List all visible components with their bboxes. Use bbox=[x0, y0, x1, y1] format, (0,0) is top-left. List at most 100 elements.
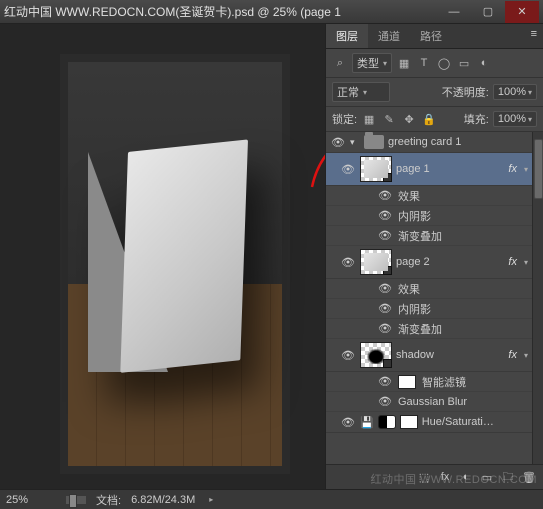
tab-paths[interactable]: 路径 bbox=[410, 24, 452, 48]
layer-name[interactable]: greeting card 1 bbox=[388, 136, 528, 148]
chevron-down-icon[interactable]: ▾ bbox=[524, 351, 528, 360]
minimize-button[interactable]: — bbox=[437, 1, 471, 23]
effects-label: 效果 bbox=[398, 281, 420, 297]
layer-row-shadow[interactable]: 👁 shadow fx ▾ bbox=[326, 339, 532, 372]
layer-list[interactable]: 👁 ▾ greeting card 1 👁 page 1 fx ▾ 👁 效果 👁 内… bbox=[326, 132, 532, 464]
fx-badge[interactable]: fx bbox=[505, 349, 520, 361]
smart-object-badge bbox=[383, 173, 392, 182]
smart-object-badge bbox=[383, 266, 392, 275]
main: 图层 通道 路径 ≡ ⌕ 类型 ▾ ▦ T ◯ ▭ ◐ 正常 bbox=[0, 24, 543, 489]
tab-channels[interactable]: 通道 bbox=[368, 24, 410, 48]
lock-label: 锁定: bbox=[332, 111, 357, 127]
blend-mode-dropdown[interactable]: 正常 ▾ bbox=[332, 82, 390, 102]
effect-gradient-overlay[interactable]: 👁 渐变叠加 bbox=[326, 226, 532, 246]
lock-pixels-icon[interactable]: ✎ bbox=[381, 111, 397, 127]
effect-gradient-overlay[interactable]: 👁 渐变叠加 bbox=[326, 319, 532, 339]
fx-badge[interactable]: fx bbox=[505, 163, 520, 175]
save-icon: 💾 bbox=[360, 416, 374, 429]
filter-mask-thumbnail[interactable] bbox=[398, 375, 416, 389]
card-front-face bbox=[120, 139, 248, 372]
kind-label: 类型 bbox=[357, 55, 379, 71]
layer-group-row[interactable]: 👁 ▾ greeting card 1 bbox=[326, 132, 532, 153]
layer-name[interactable]: page 2 bbox=[396, 256, 501, 268]
tab-layers[interactable]: 图层 bbox=[326, 24, 368, 48]
scrollbar[interactable] bbox=[532, 132, 543, 464]
opacity-input[interactable]: 100%▾ bbox=[493, 84, 537, 100]
scrollbar-thumb[interactable] bbox=[534, 139, 543, 199]
chevron-down-icon[interactable]: ▾ bbox=[524, 258, 528, 267]
filter-adjust-icon[interactable]: T bbox=[416, 55, 432, 71]
adjustment-icon[interactable] bbox=[378, 415, 396, 429]
watermark: 红动中国 WWW.REDOCN.COM bbox=[370, 471, 537, 487]
close-button[interactable]: ✕ bbox=[505, 1, 539, 23]
layer-name[interactable]: shadow bbox=[396, 349, 501, 361]
chevron-down-icon: ▾ bbox=[383, 59, 387, 68]
layers-panel: 图层 通道 路径 ≡ ⌕ 类型 ▾ ▦ T ◯ ▭ ◐ 正常 bbox=[325, 24, 543, 489]
lock-transparent-icon[interactable]: ▦ bbox=[361, 111, 377, 127]
layer-thumbnail[interactable] bbox=[360, 156, 392, 182]
visibility-toggle[interactable]: 👁 bbox=[378, 229, 392, 242]
layer-row-huesat[interactable]: 👁 💾 Hue/Saturati… bbox=[326, 412, 532, 433]
visibility-toggle[interactable]: 👁 bbox=[330, 136, 346, 149]
panel-menu-icon[interactable]: ≡ bbox=[525, 24, 543, 48]
blend-row: 正常 ▾ 不透明度: 100%▾ bbox=[326, 78, 543, 107]
fill-input[interactable]: 100%▾ bbox=[493, 111, 537, 127]
visibility-toggle[interactable]: 👁 bbox=[378, 209, 392, 222]
chevron-down-icon: ▾ bbox=[363, 88, 367, 97]
visibility-toggle[interactable]: 👁 bbox=[378, 375, 392, 388]
kind-dropdown[interactable]: 类型 ▾ bbox=[352, 53, 392, 73]
fill-label: 填充: bbox=[464, 111, 489, 127]
canvas-content bbox=[68, 62, 282, 466]
visibility-toggle[interactable]: 👁 bbox=[340, 256, 356, 269]
visibility-toggle[interactable]: 👁 bbox=[340, 349, 356, 362]
effect-label: 渐变叠加 bbox=[398, 321, 442, 337]
canvas-area[interactable] bbox=[0, 24, 325, 489]
visibility-toggle[interactable]: 👁 bbox=[340, 163, 356, 176]
effects-label: 效果 bbox=[398, 188, 420, 204]
filter-shape-icon[interactable]: ▭ bbox=[456, 55, 472, 71]
effects-row[interactable]: 👁 效果 bbox=[326, 186, 532, 206]
filter-smart-icon[interactable]: ◐ bbox=[476, 55, 492, 71]
maximize-button[interactable]: ▢ bbox=[471, 1, 505, 23]
effects-row[interactable]: 👁 效果 bbox=[326, 279, 532, 299]
window-title: 红动中国 WWW.REDOCN.COM(圣诞贺卡).psd @ 25% (pag… bbox=[4, 3, 437, 20]
fx-badge[interactable]: fx bbox=[505, 256, 520, 268]
visibility-toggle[interactable]: 👁 bbox=[378, 302, 392, 315]
visibility-toggle[interactable]: 👁 bbox=[378, 322, 392, 335]
lock-all-icon[interactable]: 🔒 bbox=[421, 111, 437, 127]
layer-row-page2[interactable]: 👁 page 2 fx ▾ bbox=[326, 246, 532, 279]
titlebar: 红动中国 WWW.REDOCN.COM(圣诞贺卡).psd @ 25% (pag… bbox=[0, 0, 543, 24]
smart-filters-row[interactable]: 👁智能滤镜 bbox=[326, 372, 532, 392]
panels-container: 图层 通道 路径 ≡ ⌕ 类型 ▾ ▦ T ◯ ▭ ◐ 正常 bbox=[325, 24, 543, 489]
panel-tabs: 图层 通道 路径 ≡ bbox=[326, 24, 543, 49]
layer-name[interactable]: Hue/Saturati… bbox=[422, 416, 528, 428]
visibility-toggle[interactable]: 👁 bbox=[340, 416, 356, 429]
layer-thumbnail[interactable] bbox=[360, 342, 392, 368]
visibility-toggle[interactable]: 👁 bbox=[378, 282, 392, 295]
zoom-slider[interactable] bbox=[66, 496, 86, 504]
layer-row-page1[interactable]: 👁 page 1 fx ▾ bbox=[326, 153, 532, 186]
document-canvas[interactable] bbox=[60, 54, 290, 474]
lock-position-icon[interactable]: ✥ bbox=[401, 111, 417, 127]
filter-gaussian-blur[interactable]: 👁Gaussian Blur bbox=[326, 392, 532, 412]
filter-pixel-icon[interactable]: ▦ bbox=[396, 55, 412, 71]
chevron-down-icon[interactable]: ▾ bbox=[524, 165, 528, 174]
zoom-value[interactable]: 25% bbox=[6, 494, 56, 506]
doc-size-value: 6.82M/24.3M bbox=[131, 494, 195, 506]
status-bar: 25% 文档: 6.82M/24.3M ▸ bbox=[0, 489, 543, 509]
filter-type-icon[interactable]: ◯ bbox=[436, 55, 452, 71]
effect-label: 渐变叠加 bbox=[398, 228, 442, 244]
visibility-toggle[interactable]: 👁 bbox=[378, 189, 392, 202]
disclosure-triangle[interactable]: ▾ bbox=[350, 137, 360, 148]
search-icon[interactable]: ⌕ bbox=[332, 55, 348, 71]
layer-name[interactable]: page 1 bbox=[396, 163, 501, 175]
visibility-toggle[interactable]: 👁 bbox=[378, 395, 392, 408]
effect-label: 内阴影 bbox=[398, 301, 431, 317]
layer-thumbnail[interactable] bbox=[360, 249, 392, 275]
folder-icon bbox=[364, 135, 384, 149]
effect-inner-shadow[interactable]: 👁 内阴影 bbox=[326, 299, 532, 319]
window-buttons: — ▢ ✕ bbox=[437, 1, 539, 23]
statusbar-menu-icon[interactable]: ▸ bbox=[209, 495, 213, 504]
effect-inner-shadow[interactable]: 👁内阴影 bbox=[326, 206, 532, 226]
mask-thumbnail[interactable] bbox=[400, 415, 418, 429]
